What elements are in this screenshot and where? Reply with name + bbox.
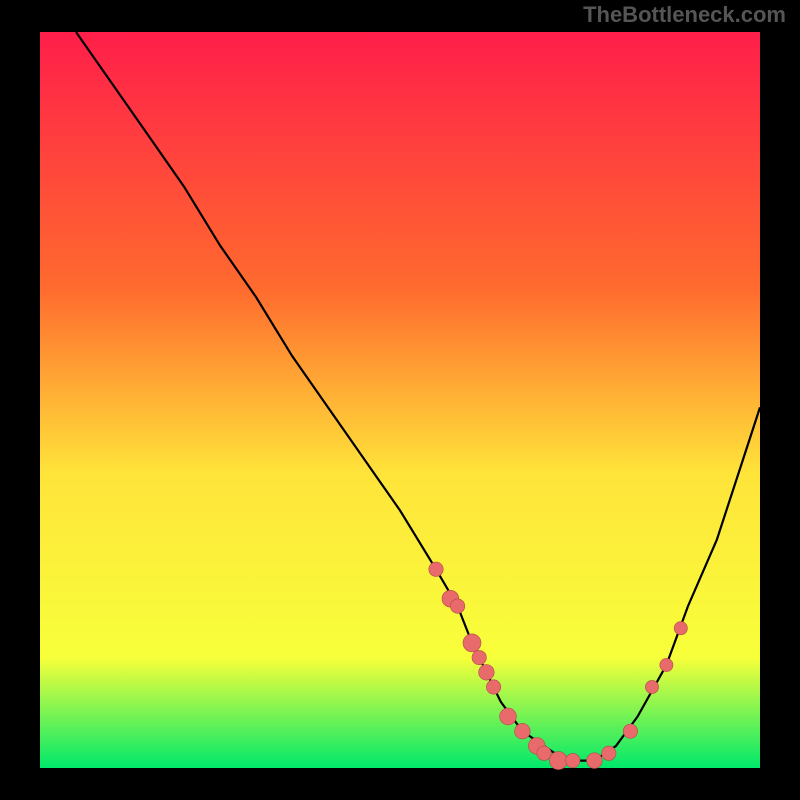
data-marker bbox=[479, 665, 495, 681]
data-marker bbox=[537, 746, 551, 760]
data-marker bbox=[674, 622, 687, 635]
data-marker bbox=[645, 680, 658, 693]
data-marker bbox=[515, 723, 531, 739]
data-marker bbox=[486, 680, 500, 694]
data-marker bbox=[450, 599, 464, 613]
data-marker bbox=[587, 753, 603, 769]
data-marker bbox=[623, 724, 637, 738]
watermark-text: TheBottleneck.com bbox=[583, 2, 786, 28]
data-marker bbox=[429, 562, 443, 576]
data-marker bbox=[463, 634, 481, 652]
data-marker bbox=[602, 746, 616, 760]
data-marker bbox=[549, 752, 567, 770]
chart-container: TheBottleneck.com bbox=[0, 0, 800, 800]
plot-gradient-bg bbox=[40, 32, 760, 768]
data-marker bbox=[660, 658, 673, 671]
data-marker bbox=[566, 753, 580, 767]
bottleneck-chart bbox=[0, 0, 800, 800]
data-marker bbox=[472, 650, 486, 664]
data-marker bbox=[500, 708, 517, 725]
